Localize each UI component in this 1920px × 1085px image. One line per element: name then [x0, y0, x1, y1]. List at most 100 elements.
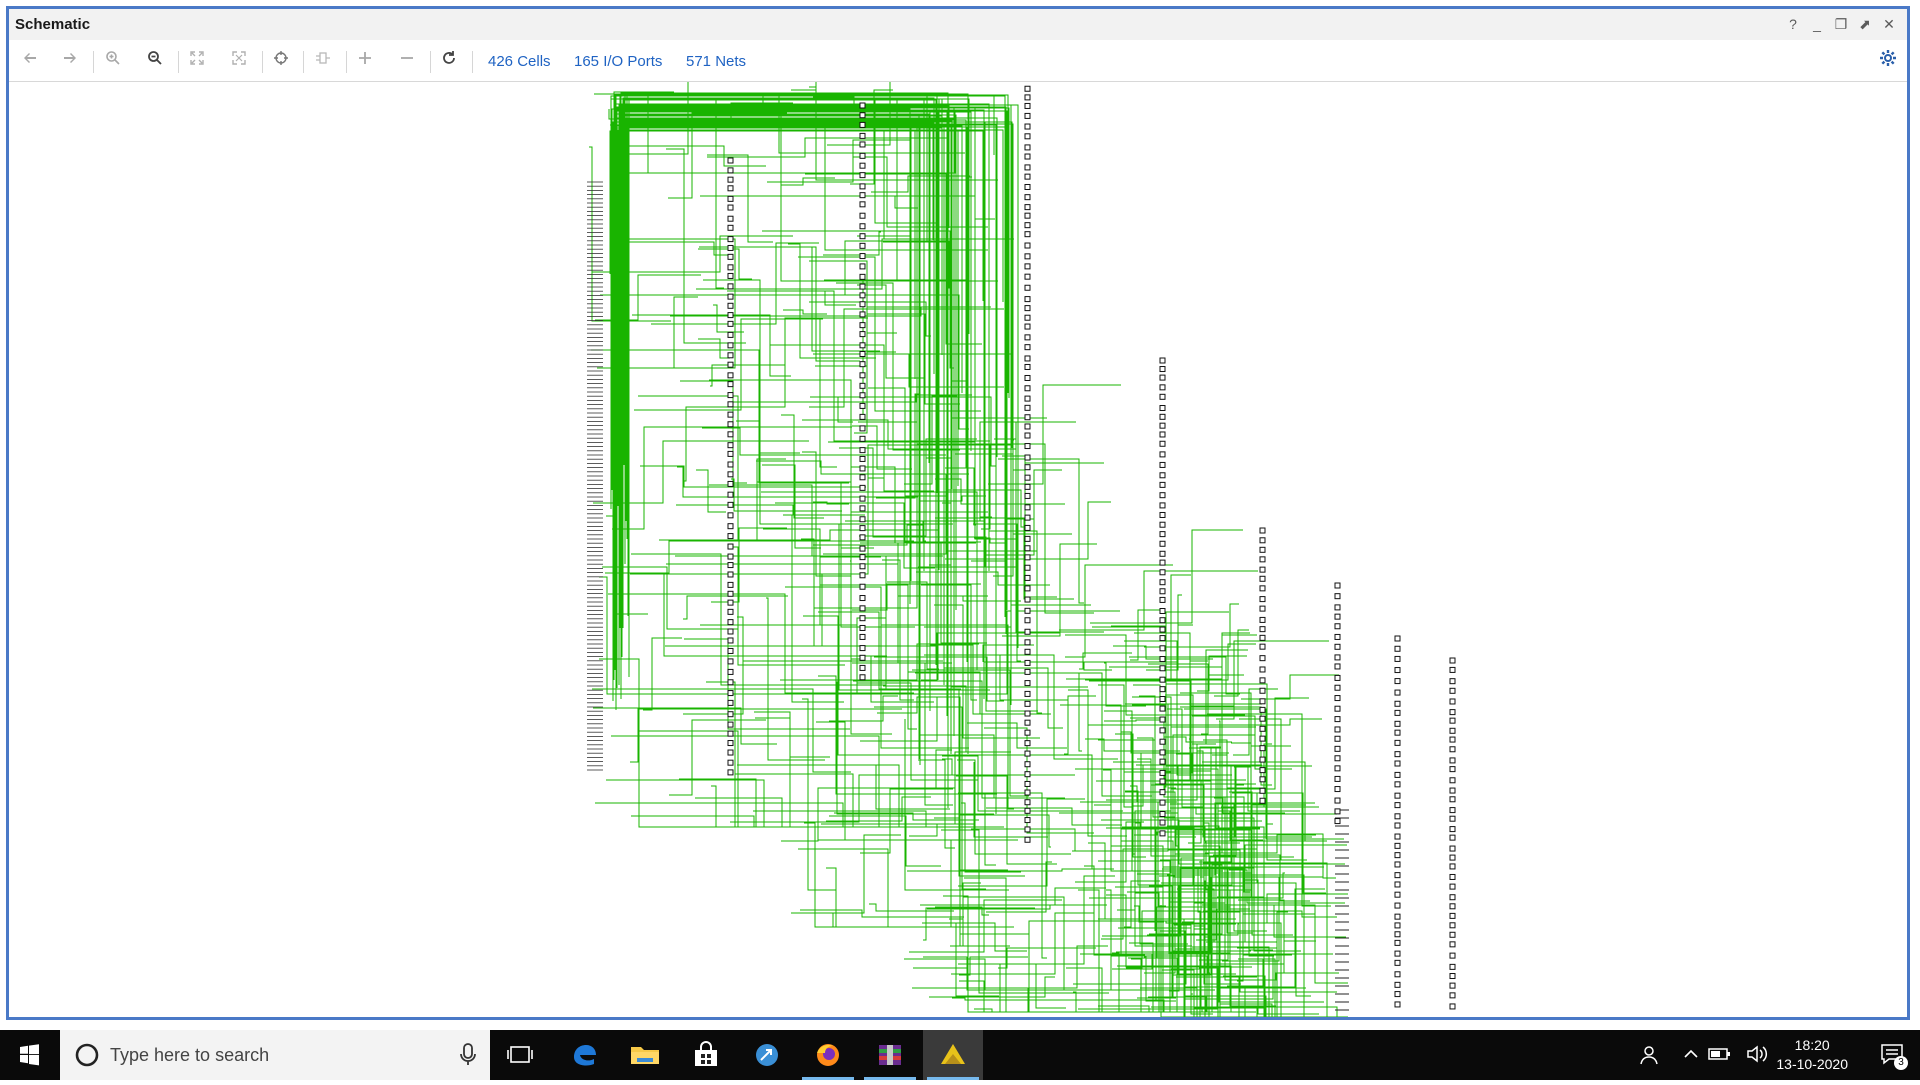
net-wire [1144, 956, 1176, 1002]
cell-pin [1394, 667, 1401, 674]
regenerate-button[interactable] [310, 50, 336, 72]
cell-pin [727, 679, 734, 686]
cell-pin [1334, 745, 1341, 752]
net-wire [614, 103, 925, 512]
cell-pin [1159, 665, 1166, 672]
windows-taskbar: Type here to search 18:20 13-10-2020 3 [0, 1030, 1920, 1080]
net-wire [984, 727, 1094, 834]
cell-pin [1024, 826, 1031, 833]
minimize-button[interactable]: _ [1809, 15, 1825, 33]
task-view-button[interactable] [490, 1030, 550, 1080]
zoom-in-button[interactable] [100, 50, 126, 72]
cell-pin [1334, 582, 1341, 589]
net-wire [783, 309, 827, 315]
cell-pin [859, 311, 866, 318]
cell-pin [1394, 655, 1401, 662]
zoom-fit-button[interactable] [184, 50, 210, 72]
taskbar-search-box[interactable]: Type here to search [60, 1030, 490, 1080]
schematic-canvas[interactable] [9, 82, 1907, 1017]
notification-center-icon[interactable]: 3 [1880, 1042, 1908, 1073]
cell-pin [1159, 531, 1166, 538]
cell-pin [859, 331, 866, 338]
collapse-button[interactable] [394, 50, 420, 72]
net-wire [1202, 904, 1346, 938]
taskbar-app-blue[interactable] [737, 1030, 797, 1080]
cells-count-link[interactable]: 426 Cells [488, 53, 551, 70]
taskbar-firefox[interactable] [798, 1030, 858, 1080]
net-wire [666, 563, 952, 664]
cell-pin [1449, 912, 1456, 919]
net-wire [735, 773, 899, 828]
cell-pin [1024, 242, 1031, 249]
clock[interactable]: 18:20 13-10-2020 [1776, 1036, 1848, 1074]
taskbar-vivado[interactable] [923, 1030, 983, 1080]
cell-pin [1394, 813, 1401, 820]
cell-pin [1159, 738, 1166, 745]
start-button[interactable] [0, 1030, 58, 1080]
net-wire [616, 125, 952, 754]
nets-count-link[interactable]: 571 Nets [686, 53, 746, 70]
cell-pin [859, 474, 866, 481]
taskbar-edge[interactable] [555, 1030, 615, 1080]
cell-pin [727, 512, 734, 519]
restore-button[interactable]: ❐ [1833, 15, 1849, 33]
taskbar-store[interactable] [676, 1030, 736, 1080]
cell-pin [1159, 384, 1166, 391]
taskbar-file-explorer[interactable] [615, 1030, 675, 1080]
help-button[interactable]: ? [1785, 15, 1801, 33]
net-wire [628, 127, 921, 765]
cell-pin [1159, 789, 1166, 796]
net-wire [707, 154, 773, 243]
cell-pin [859, 505, 866, 512]
forward-button[interactable] [57, 50, 83, 72]
netlist-diagram[interactable] [9, 82, 1907, 1017]
people-icon[interactable] [1638, 1044, 1660, 1071]
cell-pin [1449, 666, 1456, 673]
window-title: Schematic [15, 16, 91, 33]
cell-pin [1024, 628, 1031, 635]
cell-pin [727, 392, 734, 399]
float-button[interactable]: ⬈ [1857, 15, 1873, 33]
cell-pin [1259, 735, 1266, 742]
io-ports-count-link[interactable]: 165 I/O Ports [574, 53, 662, 70]
battery-icon[interactable] [1708, 1046, 1732, 1067]
cell-pin [727, 401, 734, 408]
cell-pin [1259, 687, 1266, 694]
cell-pin [1259, 527, 1266, 534]
cell-pin [859, 342, 866, 349]
refresh-button[interactable] [436, 50, 462, 72]
close-button[interactable]: ✕ [1881, 15, 1897, 33]
cell-pin [859, 382, 866, 389]
net-wires [589, 82, 1348, 1017]
folder-icon [631, 1047, 659, 1064]
cell-pin [1334, 775, 1341, 782]
cell-pin [1394, 1001, 1401, 1008]
zoom-selection-button[interactable] [226, 50, 252, 72]
cell-pin [859, 242, 866, 249]
show-hidden-icons-chevron-up-icon[interactable] [1682, 1045, 1700, 1068]
net-wire [699, 246, 880, 352]
cell-pin [727, 690, 734, 697]
net-wire [706, 681, 809, 828]
cell-pin [727, 236, 734, 243]
cell-pin [1159, 705, 1166, 712]
auto-fit-selection-button[interactable] [268, 50, 294, 72]
net-wire [666, 148, 746, 344]
cell-pin [727, 176, 734, 183]
net-wire [1090, 529, 1243, 624]
back-button[interactable] [17, 50, 43, 72]
cell-pin [1259, 626, 1266, 633]
cell-pin [1159, 626, 1166, 633]
cell-pin [1449, 854, 1456, 861]
cell-pin [859, 361, 866, 368]
net-wire [1214, 629, 1249, 697]
zoom-out-button[interactable] [142, 50, 168, 72]
cell-pin [1334, 797, 1341, 804]
settings-gear-icon[interactable] [1879, 49, 1897, 72]
cell-pin [727, 167, 734, 174]
volume-icon[interactable] [1746, 1044, 1770, 1069]
cell-pin [859, 351, 866, 358]
expand-button[interactable] [352, 50, 378, 72]
cell-pin [1024, 729, 1031, 736]
taskbar-archive-app[interactable] [860, 1030, 920, 1080]
